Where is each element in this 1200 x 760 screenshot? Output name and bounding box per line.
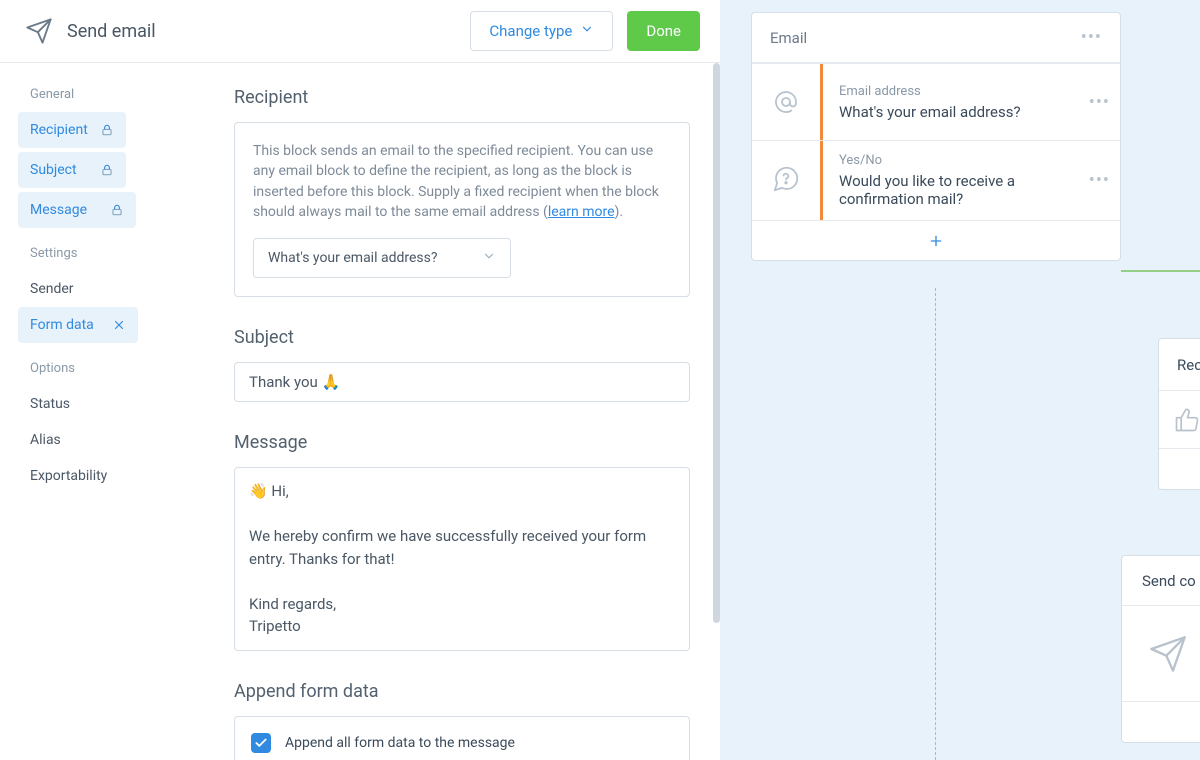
recipient-select[interactable]: What's your email address? [253,238,511,278]
append-heading: Append form data [234,681,690,702]
recipient-section: Recipient This block sends an email to t… [234,87,690,297]
sidebar-item-label: Form data [30,317,94,333]
message-section: Message 👋 Hi, We hereby confirm we have … [234,432,690,651]
more-icon[interactable]: ••• [1081,27,1102,48]
stub-card-1[interactable]: Rec [1158,338,1200,490]
lock-icon [100,123,114,137]
email-row-yesno[interactable]: Yes/No Would you like to receive a confi… [752,140,1120,220]
message-textarea[interactable]: 👋 Hi, We hereby confirm we have successf… [234,467,690,651]
sidebar-item-label: Exportability [30,468,107,484]
lock-icon [110,203,124,217]
stub-card-2[interactable]: Send co [1121,555,1200,743]
subject-input[interactable] [234,362,690,402]
sidebar-item-status[interactable]: Status [18,386,214,422]
recipient-info-text: This block sends an email to the specifi… [253,141,671,222]
sidebar-item-label: Alias [30,432,61,448]
row-label: Yes/No [839,153,1081,168]
editor-body: General Recipient Subject Message Settin… [0,63,720,760]
row-title: What's your email address? [839,103,1021,121]
send-email-icon [25,17,53,45]
stub-card-label: Rec [1159,339,1200,391]
add-row-button[interactable] [752,220,1120,260]
close-icon[interactable] [112,318,126,332]
done-button[interactable]: Done [627,11,700,51]
content-area: Recipient This block sends an email to t… [230,63,720,760]
scrollbar[interactable] [713,63,720,623]
recipient-select-value: What's your email address? [268,250,437,266]
sidebar-item-recipient[interactable]: Recipient [18,112,126,148]
chevron-down-icon [580,22,594,40]
change-type-label: Change type [489,22,572,40]
sidebar-item-label: Subject [30,162,77,178]
send-email-icon [1122,606,1200,702]
email-row-address[interactable]: Email address What's your email address?… [752,63,1120,140]
change-type-button[interactable]: Change type [470,11,613,51]
row-label: Email address [839,84,1021,99]
message-heading: Message [234,432,690,453]
question-bubble-icon [752,141,820,217]
recipient-heading: Recipient [234,87,690,108]
learn-more-link[interactable]: learn more [548,204,615,220]
email-card-header: Email ••• [752,13,1120,63]
sidebar-heading-general: General [30,87,214,102]
append-section: Append form data Append all form data to… [234,681,690,760]
email-card-title: Email [770,29,807,47]
sidebar-item-label: Sender [30,281,74,297]
sidebar-item-label: Recipient [30,122,88,138]
subject-section: Subject [234,327,690,402]
sidebar-item-exportability[interactable]: Exportability [18,458,214,494]
sidebar: General Recipient Subject Message Settin… [0,63,230,760]
checkbox-checked-icon[interactable] [251,733,271,753]
connector-line-horizontal [1121,270,1200,272]
email-node-card[interactable]: Email ••• Email address What's your emai… [751,12,1121,261]
subject-heading: Subject [234,327,690,348]
append-checkbox-label: Append all form data to the message [285,735,515,751]
append-checkbox-row[interactable]: Append all form data to the message [234,716,690,760]
sidebar-item-message[interactable]: Message [18,192,136,228]
page-title: Send email [67,21,456,42]
sidebar-item-label: Status [30,396,70,412]
more-icon[interactable]: ••• [1089,170,1110,191]
sidebar-item-subject[interactable]: Subject [18,152,126,188]
canvas[interactable]: Email ••• Email address What's your emai… [720,0,1200,760]
done-label: Done [646,22,681,40]
sidebar-item-form-data[interactable]: Form data [18,307,138,343]
chevron-down-icon [482,249,496,267]
lock-icon [100,163,114,177]
sidebar-item-alias[interactable]: Alias [18,422,214,458]
connector-line-vertical [935,288,936,760]
sidebar-item-sender[interactable]: Sender [18,271,214,307]
sidebar-item-label: Message [30,202,87,218]
at-sign-icon [752,64,820,140]
thumbs-up-icon [1159,391,1200,449]
stub2-card-label: Send co [1122,556,1200,606]
sidebar-heading-options: Options [30,361,214,376]
editor-panel: Send email Change type Done General Reci… [0,0,720,760]
recipient-info-box: This block sends an email to the specifi… [234,122,690,297]
sidebar-heading-settings: Settings [30,246,214,261]
more-icon[interactable]: ••• [1089,92,1110,113]
row-title: Would you like to receive a confirmation… [839,172,1081,208]
header: Send email Change type Done [0,0,720,63]
